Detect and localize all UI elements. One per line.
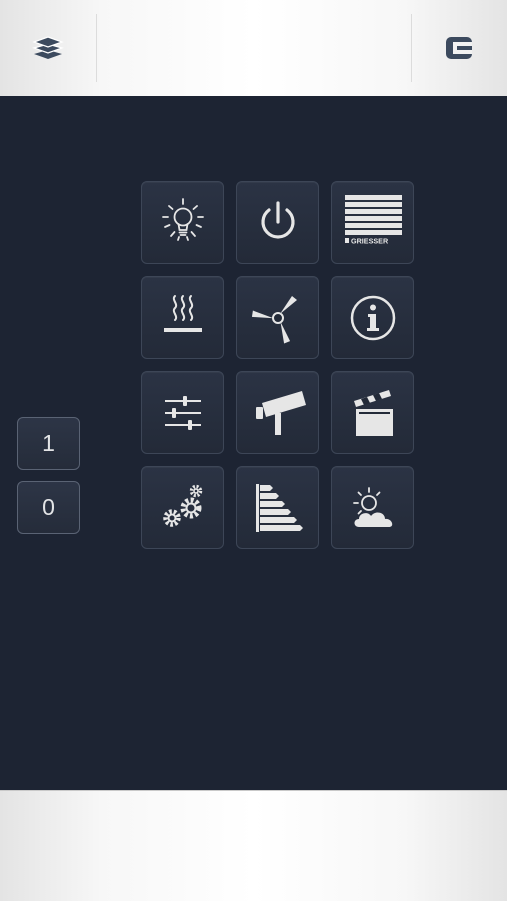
tile-ventilation[interactable] [236, 276, 319, 359]
tile-lighting[interactable] [141, 181, 224, 264]
clapperboard-icon [353, 389, 393, 436]
bottom-bar [0, 790, 507, 901]
camera-icon [255, 390, 306, 435]
power-icon [260, 200, 295, 239]
all-on-button[interactable]: 1 [17, 417, 80, 470]
sliders-icon [164, 395, 201, 430]
heating-icon [163, 294, 202, 332]
tile-info[interactable] [331, 276, 414, 359]
tile-scenes[interactable] [331, 371, 414, 454]
all-off-label: 0 [42, 494, 55, 520]
all-off-button[interactable]: 0 [17, 481, 80, 534]
all-on-label: 1 [42, 430, 55, 456]
tile-power[interactable] [236, 181, 319, 264]
blinds-griesser-icon: GRIESSER [344, 194, 402, 245]
light-bulb-icon [161, 197, 204, 241]
gears-icon [162, 484, 202, 527]
layers-icon [32, 36, 64, 59]
tile-camera[interactable] [236, 371, 319, 454]
fan-icon [251, 295, 297, 343]
top-bar [0, 0, 507, 97]
tile-settings-sliders[interactable] [141, 371, 224, 454]
energy-rating-icon [255, 483, 303, 532]
logo-button[interactable] [411, 0, 507, 96]
griesser-label: GRIESSER [351, 236, 389, 245]
divider [96, 14, 97, 82]
logo-c-icon [446, 37, 472, 59]
info-icon [350, 295, 395, 340]
tile-blinds[interactable]: GRIESSER [331, 181, 414, 264]
tile-weather[interactable] [331, 466, 414, 549]
tile-system[interactable] [141, 466, 224, 549]
tile-energy[interactable] [236, 466, 319, 549]
tile-heating[interactable] [141, 276, 224, 359]
function-grid: GRIESSER [141, 181, 414, 549]
layers-button[interactable] [0, 0, 96, 96]
weather-sun-cloud-icon [352, 486, 392, 527]
